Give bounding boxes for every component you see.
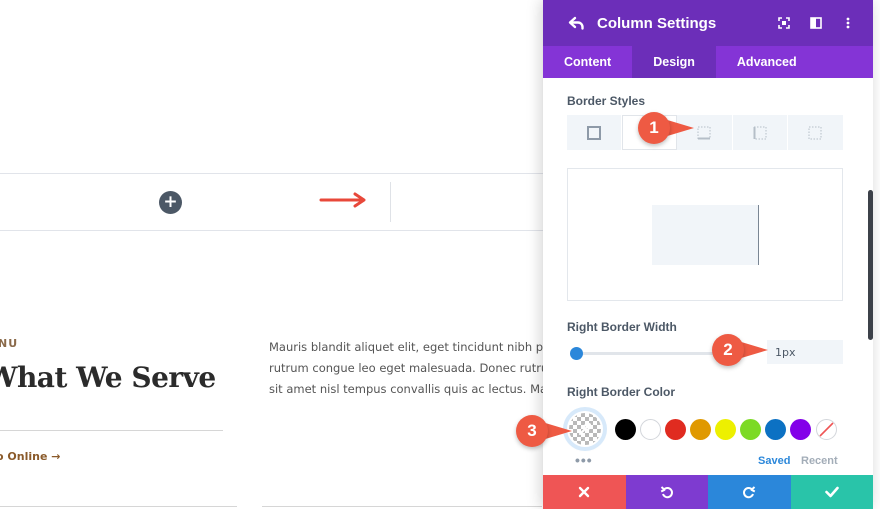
border-preview [567, 168, 843, 301]
color-swatch-blue[interactable] [765, 419, 786, 440]
fullscreen-icon[interactable] [773, 12, 795, 34]
divider [0, 430, 223, 431]
panel-header: Column Settings [543, 0, 873, 46]
color-swatch-orange[interactable] [690, 419, 711, 440]
palette-tab-saved[interactable]: Saved [758, 455, 790, 467]
border-top-icon [697, 126, 711, 139]
more-colors-button[interactable]: ••• [575, 452, 593, 468]
border-bottom-option[interactable] [787, 115, 843, 150]
divider [262, 506, 542, 507]
undo-icon [660, 486, 673, 499]
paragraph-line: rutrum congue leo eget malesuada. Donec … [269, 361, 559, 375]
border-left-option[interactable] [732, 115, 788, 150]
panel-body: Border Styles Right Border Width 1px Rig… [543, 78, 873, 475]
discard-button[interactable] [543, 475, 626, 509]
color-swatch-white[interactable] [640, 419, 661, 440]
border-width-slider-handle[interactable] [570, 347, 583, 360]
body-paragraph: Mauris blandit aliquet elit, eget tincid… [269, 337, 559, 400]
border-all-icon [587, 125, 602, 140]
color-swatch-green[interactable] [740, 419, 761, 440]
panel-footer [543, 475, 873, 509]
paragraph-line: sit amet nisl tempus convallis quis ac l… [269, 382, 559, 396]
callout-number: 1 [638, 112, 670, 144]
border-width-slider-track[interactable] [576, 352, 726, 355]
tab-design[interactable]: Design [632, 46, 716, 78]
no-color-icon [819, 422, 834, 437]
column-settings-panel: Column Settings Content Design Advanced … [543, 0, 873, 509]
color-swatch-black[interactable] [615, 419, 636, 440]
border-preview-sample [652, 205, 759, 265]
add-row-button[interactable]: + [159, 191, 182, 214]
color-swatch-red[interactable] [665, 419, 686, 440]
palette-tab-recent[interactable]: Recent [801, 455, 838, 467]
tab-advanced[interactable]: Advanced [716, 46, 818, 78]
eyedropper-icon [578, 423, 591, 436]
arrow-right-icon [319, 192, 366, 208]
column-divider [390, 182, 391, 222]
section-heading: What We Serve [0, 361, 216, 394]
border-style-selector [567, 115, 843, 150]
border-all-option[interactable] [567, 115, 623, 150]
panel-scrollbar[interactable] [868, 190, 873, 340]
redo-button[interactable] [708, 475, 791, 509]
back-icon[interactable] [567, 13, 587, 33]
section-row [0, 173, 560, 231]
save-button[interactable] [790, 475, 873, 509]
no-color-swatch[interactable] [816, 419, 837, 440]
color-swatch-purple[interactable] [790, 419, 811, 440]
tab-content[interactable]: Content [543, 46, 632, 78]
border-width-input[interactable]: 1px [767, 340, 843, 364]
settings-tabs: Content Design Advanced [543, 46, 873, 78]
callout-number: 3 [516, 415, 548, 447]
divider [0, 506, 237, 507]
right-border-width-label: Right Border Width [567, 320, 677, 334]
split-view-icon[interactable] [805, 12, 827, 34]
section-eyebrow: NU [0, 337, 19, 350]
border-left-icon [753, 126, 767, 139]
check-icon [824, 486, 839, 498]
panel-title: Column Settings [597, 14, 717, 32]
close-icon [579, 486, 590, 498]
undo-button[interactable] [625, 475, 708, 509]
border-styles-label: Border Styles [567, 94, 646, 108]
right-border-color-label: Right Border Color [567, 385, 675, 399]
callout-number: 2 [712, 334, 744, 366]
color-swatch-yellow[interactable] [715, 419, 736, 440]
redo-icon [743, 486, 756, 499]
more-options-icon[interactable] [837, 12, 859, 34]
order-online-link[interactable]: o Online → [0, 450, 60, 463]
border-bottom-icon [808, 126, 822, 139]
paragraph-line: Mauris blandit aliquet elit, eget tincid… [269, 340, 559, 354]
